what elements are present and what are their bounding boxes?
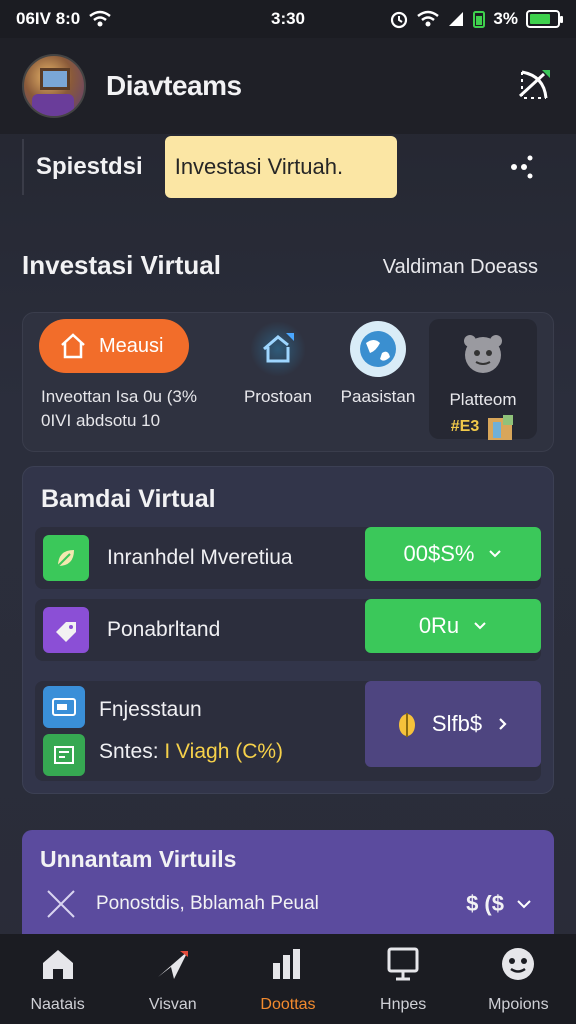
- search-row: Spiestdsi Investasi Virtuah.: [22, 136, 554, 198]
- status-bar: 06IV 8:0 3:30 3%: [0, 0, 576, 38]
- budget-row[interactable]: Ponabrltand 0Ru: [35, 599, 541, 661]
- alarm-icon: [391, 11, 408, 29]
- combo-label-2: Sntes: I Viagh (C%): [99, 740, 283, 764]
- monitor-icon: [387, 947, 419, 980]
- wifi-icon: [89, 10, 112, 27]
- package-icon: [488, 415, 514, 440]
- quick-actions-card: Meausi Inveottan Isa 0u (3% 0IVI abdsotu…: [22, 312, 554, 452]
- wifi-signal-icon: [417, 10, 440, 27]
- search-pill[interactable]: Investasi Virtuah.: [164, 136, 397, 198]
- budget-row[interactable]: Inranhdel Mveretiua 00$S%: [35, 527, 541, 589]
- quick-item-prostoan[interactable]: Prostoan: [223, 321, 333, 407]
- receipt-icon: [43, 734, 85, 776]
- virtual-card-title: Unnantam Virtuils: [40, 846, 237, 872]
- budget-row-value-button[interactable]: 00$S%: [365, 527, 541, 581]
- battery-icon: [526, 10, 563, 28]
- avatar-screen: [40, 68, 70, 90]
- avatar[interactable]: [22, 54, 86, 118]
- menu-button[interactable]: Meausi: [39, 319, 189, 373]
- house-upload-icon: [250, 321, 306, 377]
- status-right: 3%: [389, 9, 563, 29]
- budget-combo-row[interactable]: Fnjesstaun Sntes: I Viagh (C%) Slfb$: [35, 681, 541, 781]
- bottom-tab-bar: Naatais Visvan Doottas Hnpes Mpoions: [0, 934, 576, 1024]
- tab-mpoions[interactable]: Mpoions: [468, 945, 568, 1014]
- globe-icon: [350, 321, 406, 377]
- virtual-card: Unnantam Virtuils Ponostdis, Bblamah Peu…: [22, 830, 554, 938]
- quick-item-paasistan[interactable]: Paasistan: [323, 321, 433, 407]
- tab-doottas[interactable]: Doottas: [238, 945, 338, 1014]
- budget-row-label: Ponabrltand: [107, 618, 221, 641]
- quick-subtitle: Inveottan Isa 0u (3% 0IVI abdsotu 10: [41, 385, 197, 433]
- robot-face-icon: [464, 335, 502, 373]
- cell-signal-icon: [449, 12, 464, 26]
- battery-saver-icon: [473, 11, 486, 28]
- budget-row-value-button[interactable]: 0Ru: [365, 599, 541, 653]
- carrier-text: 06IV 8:0: [16, 9, 81, 28]
- menu-button-label: Meausi: [99, 334, 164, 357]
- search-label: Spiestdsi: [36, 153, 143, 180]
- budget-row-label: Inranhdel Mveretiua: [107, 546, 293, 569]
- tab-label: Doottas: [260, 995, 316, 1013]
- tab-label: Naatais: [30, 995, 85, 1013]
- combo-label-2-highlight: I Viagh (C%): [164, 740, 284, 763]
- combo-value-button[interactable]: Slfb$: [365, 681, 541, 767]
- virtual-card-value: $ ($: [466, 891, 504, 916]
- chevron-right-icon: [499, 718, 507, 730]
- platform-badge: #E3: [450, 418, 480, 435]
- paper-plane-icon: [157, 950, 188, 979]
- platform-box[interactable]: Platteom #E3: [429, 319, 537, 442]
- combo-label-2-prefix: Sntes:: [99, 740, 159, 763]
- budget-title: Bamdai Virtual: [41, 485, 216, 513]
- battery-fill: [530, 14, 550, 24]
- tab-home[interactable]: Naatais: [8, 945, 108, 1014]
- chevron-down-icon: [474, 622, 486, 630]
- more-options-icon[interactable]: [508, 153, 536, 181]
- tab-hnpes[interactable]: Hnpes: [353, 945, 453, 1014]
- tab-label: Hnpes: [380, 995, 427, 1013]
- tab-label: Mpoions: [488, 995, 549, 1013]
- chart-bars-icon: [272, 948, 300, 979]
- status-left: 06IV 8:0: [16, 9, 112, 29]
- battery-percent: 3%: [493, 9, 518, 28]
- virtual-card-row[interactable]: Ponostdis, Bblamah Peual $ ($: [44, 886, 532, 922]
- leaf-icon: [43, 535, 89, 581]
- platform-badge-row: #E3: [429, 412, 537, 442]
- budget-row-value: 00$S%: [403, 541, 475, 566]
- home-icon: [42, 949, 73, 979]
- home-icon: [61, 333, 85, 359]
- combo-labels: Fnjesstaun Sntes: I Viagh (C%): [99, 698, 283, 764]
- budget-card: Bamdai Virtual Inranhdel Mveretiua 00$S%…: [22, 466, 554, 794]
- platform-label: Platteom: [449, 390, 517, 409]
- coin-icon: [398, 713, 415, 737]
- app-header: Diavteams: [0, 38, 576, 134]
- divider: [22, 139, 24, 195]
- chevron-down-icon[interactable]: [516, 896, 532, 912]
- tag-icon: [43, 607, 89, 653]
- section-title: Investasi Virtual: [22, 250, 221, 280]
- face-icon: [502, 947, 535, 980]
- combo-label-1: Fnjesstaun: [99, 698, 202, 721]
- quick-item-label: Prostoan: [243, 387, 313, 406]
- tab-visvan[interactable]: Visvan: [123, 945, 223, 1014]
- app-title: Diavteams: [106, 70, 242, 101]
- tab-label: Visvan: [148, 995, 197, 1013]
- bow-arrow-icon[interactable]: [514, 66, 554, 106]
- cross-icon: [47, 890, 75, 918]
- budget-row-value: 0Ru: [418, 613, 460, 638]
- virtual-card-label: Ponostdis, Bblamah Peual: [96, 893, 319, 914]
- section-link[interactable]: Valdiman Doeass: [383, 256, 538, 279]
- quick-item-label: Paasistan: [340, 387, 416, 406]
- avatar-chair: [32, 94, 74, 116]
- card-icon: [43, 686, 85, 728]
- combo-value: Slfb$: [431, 711, 483, 736]
- quick-sub-line2: 0IVI abdsotu 10: [41, 411, 161, 430]
- chevron-down-icon: [489, 550, 502, 558]
- quick-sub-line1: Inveottan Isa 0u (3%: [41, 387, 197, 406]
- combo-icons: [35, 686, 85, 776]
